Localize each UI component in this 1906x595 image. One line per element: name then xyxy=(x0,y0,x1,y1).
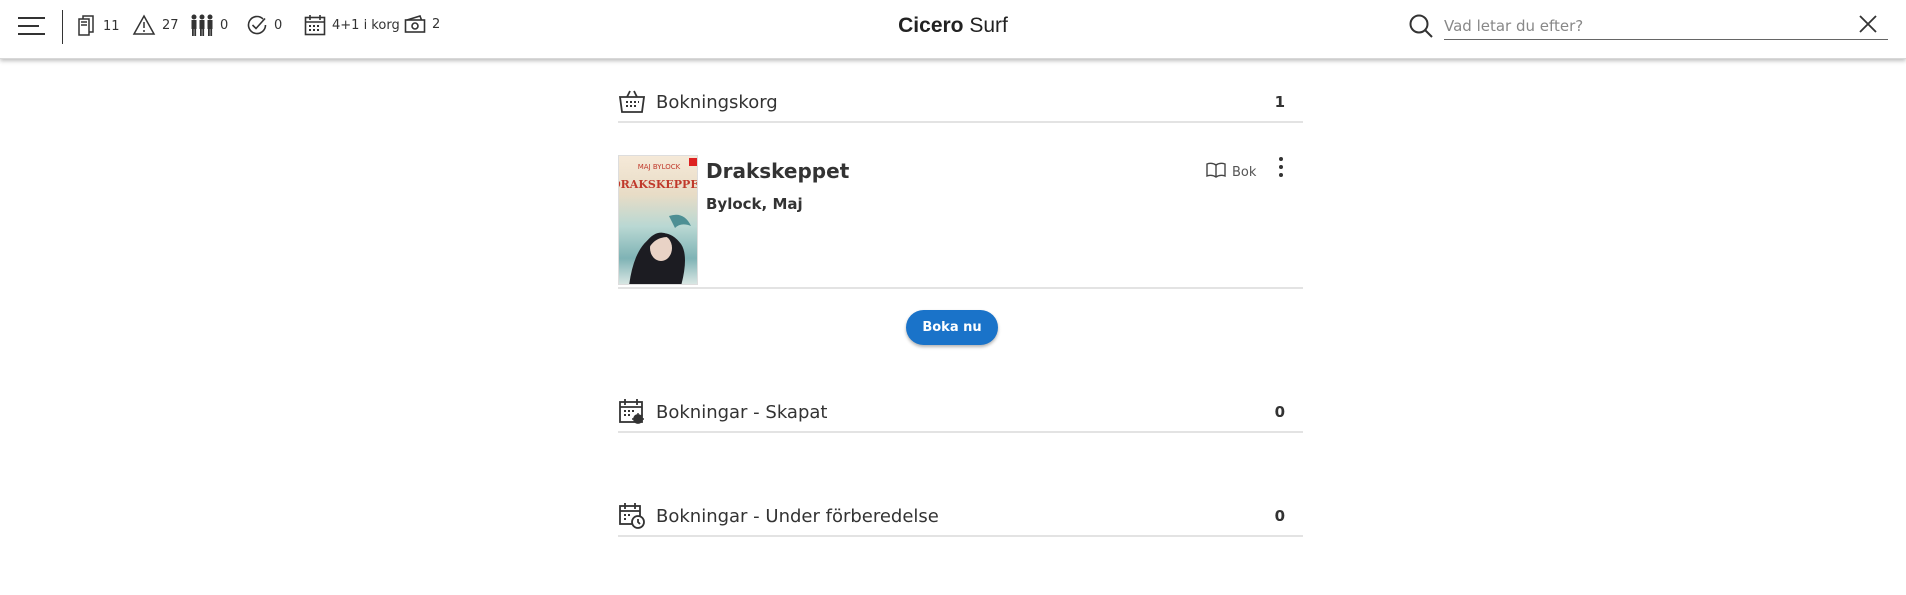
search-input[interactable] xyxy=(1444,12,1888,40)
search-icon[interactable] xyxy=(1408,13,1434,43)
open-book-icon xyxy=(1206,162,1226,182)
section-preparing[interactable]: Bokningar - Under förberedelse 0 xyxy=(618,497,1303,537)
book-title[interactable]: Drakskeppet xyxy=(706,159,849,183)
app-title-bold: Cicero xyxy=(898,14,964,37)
book-cover: MAJ BYLOCK DRAKSKEPPET xyxy=(618,155,698,285)
top-bar: 11 27 0 0 4+1 i korg 2 Cicero Surf Vad l… xyxy=(0,0,1906,59)
cover-title: DRAKSKEPPET xyxy=(619,178,698,191)
cover-author: MAJ BYLOCK xyxy=(638,163,681,171)
book-type: Bok xyxy=(1206,162,1256,182)
book-now-button[interactable]: Boka nu xyxy=(906,310,998,345)
section-created-label: Bokningar - Skapat xyxy=(656,401,828,423)
app-title-rest: Surf xyxy=(963,14,1008,37)
book-item[interactable]: MAJ BYLOCK DRAKSKEPPET Drakskeppet Byloc… xyxy=(618,153,1303,289)
basket-icon xyxy=(618,88,646,116)
section-created-count: 0 xyxy=(1274,403,1285,421)
book-author[interactable]: Bylock, Maj xyxy=(706,195,803,213)
section-basket-label: Bokningskorg xyxy=(656,91,778,113)
calendar-clock-icon xyxy=(618,502,646,530)
section-preparing-label: Bokningar - Under förberedelse xyxy=(656,505,939,527)
section-preparing-count: 0 xyxy=(1274,507,1285,525)
book-type-label: Bok xyxy=(1232,164,1257,180)
section-created[interactable]: Bokningar - Skapat 0 xyxy=(618,393,1303,433)
close-icon[interactable] xyxy=(1858,14,1878,38)
calendar-created-icon xyxy=(618,398,646,426)
section-basket[interactable]: Bokningskorg 1 xyxy=(618,83,1303,123)
section-basket-count: 1 xyxy=(1274,93,1285,111)
more-options-icon[interactable] xyxy=(1274,157,1288,181)
